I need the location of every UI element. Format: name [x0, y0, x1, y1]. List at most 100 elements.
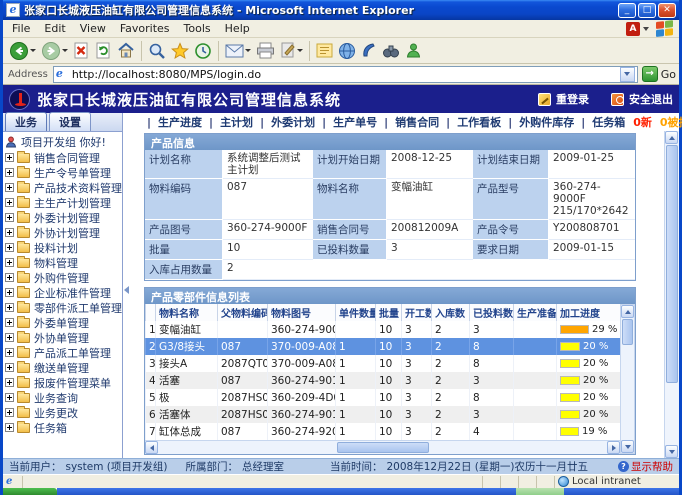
- taskbar-item[interactable]: [516, 488, 564, 495]
- col-header[interactable]: 物料图号: [268, 304, 336, 321]
- col-header[interactable]: 单件数量: [336, 304, 376, 321]
- parts-table-row[interactable]: 3 接头A 2087QT002 370-009-A0850 1 10 3: [146, 355, 621, 372]
- tree-user-item[interactable]: 项目开发组 你好!: [5, 134, 122, 150]
- tree-item[interactable]: 产品技术资料管理: [5, 180, 122, 195]
- maximize-button[interactable]: □: [638, 3, 656, 18]
- parts-table-row[interactable]: 6 活塞体 2087HS002 360-274-9011W 1 10 3: [146, 406, 621, 423]
- col-header[interactable]: 开工数: [402, 304, 432, 321]
- expand-plus-icon[interactable]: [5, 168, 14, 177]
- start-button[interactable]: [3, 488, 57, 495]
- expand-plus-icon[interactable]: [5, 243, 14, 252]
- top-nav-item[interactable]: 工作看板: [439, 114, 501, 130]
- collapse-arrow-icon[interactable]: [124, 286, 129, 294]
- tree-item[interactable]: 外委单管理: [5, 315, 122, 330]
- home-button[interactable]: [115, 40, 137, 62]
- minimize-button[interactable]: _: [618, 3, 636, 18]
- expand-plus-icon[interactable]: [5, 423, 14, 432]
- top-nav-item[interactable]: 生产进度: [140, 114, 202, 130]
- vscroll-thumb[interactable]: [622, 319, 633, 345]
- scroll-down-button[interactable]: [665, 445, 678, 458]
- expand-plus-icon[interactable]: [5, 303, 14, 312]
- top-nav-item[interactable]: 生产单号: [315, 114, 377, 130]
- address-dropdown-button[interactable]: [620, 67, 635, 82]
- expand-plus-icon[interactable]: [5, 228, 14, 237]
- search-button[interactable]: [146, 40, 168, 62]
- tree-item[interactable]: 主生产计划管理: [5, 195, 122, 210]
- expand-plus-icon[interactable]: [5, 348, 14, 357]
- top-nav-item[interactable]: 外委计划: [253, 114, 315, 130]
- media-button[interactable]: [359, 40, 379, 62]
- menu-item[interactable]: View: [73, 21, 113, 36]
- forward-button[interactable]: [39, 40, 70, 62]
- discuss-globe-button[interactable]: [336, 40, 358, 62]
- col-header[interactable]: 生产准备: [514, 304, 557, 321]
- top-nav-item[interactable]: 主计划: [202, 114, 253, 130]
- expand-plus-icon[interactable]: [5, 213, 14, 222]
- col-header[interactable]: 物料名称: [156, 304, 218, 321]
- top-nav-item[interactable]: 任务箱: [574, 114, 625, 130]
- tree-item[interactable]: 投料计划: [5, 240, 122, 255]
- back-button[interactable]: [7, 40, 38, 62]
- expand-plus-icon[interactable]: [5, 273, 14, 282]
- show-help-link[interactable]: ? 显示帮助: [618, 459, 673, 474]
- tree-item[interactable]: 外购件管理: [5, 270, 122, 285]
- expand-plus-icon[interactable]: [5, 153, 14, 162]
- tree-item[interactable]: 业务更改: [5, 405, 122, 420]
- go-button[interactable]: → Go: [642, 66, 676, 82]
- expand-plus-icon[interactable]: [5, 198, 14, 207]
- print-button[interactable]: [254, 40, 277, 62]
- sidebar-splitter[interactable]: [123, 113, 130, 458]
- col-header[interactable]: 父物料编码: [218, 304, 268, 321]
- tree-item[interactable]: 缴送单管理: [5, 360, 122, 375]
- refresh-button[interactable]: [93, 40, 114, 62]
- chevron-down-icon[interactable]: [643, 27, 649, 31]
- scroll-up-button[interactable]: [665, 131, 678, 144]
- col-header[interactable]: [146, 304, 156, 321]
- col-header[interactable]: 已投料数: [470, 304, 514, 321]
- scroll-down-button[interactable]: [621, 440, 634, 453]
- expand-plus-icon[interactable]: [5, 333, 14, 342]
- main-vscrollbar[interactable]: [664, 131, 679, 458]
- col-header[interactable]: 入库数: [432, 304, 470, 321]
- discuss-note-button[interactable]: [314, 40, 335, 62]
- tree-item[interactable]: 物料管理: [5, 255, 122, 270]
- messenger-button[interactable]: [403, 40, 424, 62]
- safe-exit-button[interactable]: 安全退出: [611, 91, 673, 107]
- address-input[interactable]: [72, 68, 620, 81]
- stop-button[interactable]: [71, 40, 92, 62]
- parts-table-row[interactable]: 1 变幅油缸 360-274-9000F 10 3 2: [146, 321, 621, 338]
- menu-item[interactable]: Favorites: [113, 21, 177, 36]
- parts-vscrollbar[interactable]: [620, 304, 635, 454]
- hscroll-thumb[interactable]: [337, 442, 429, 453]
- parts-table-row[interactable]: 7 缸体总成 087 360-274-9200F 1 10 3: [146, 423, 621, 440]
- badge-rejected[interactable]: 0被拒绝: [660, 114, 682, 130]
- main-vscroll-thumb[interactable]: [666, 145, 678, 383]
- scroll-left-button[interactable]: [145, 441, 158, 454]
- tree-item[interactable]: 外协单管理: [5, 330, 122, 345]
- research-button[interactable]: [380, 40, 402, 62]
- expand-plus-icon[interactable]: [5, 363, 14, 372]
- tree-item[interactable]: 报废件管理菜单: [5, 375, 122, 390]
- tree-item[interactable]: 企业标准件管理: [5, 285, 122, 300]
- col-header[interactable]: 批量: [376, 304, 402, 321]
- tab-business[interactable]: 业务: [5, 112, 47, 131]
- tree-item[interactable]: 外委计划管理: [5, 210, 122, 225]
- expand-plus-icon[interactable]: [5, 378, 14, 387]
- close-button[interactable]: ✕: [658, 3, 676, 18]
- parts-hscrollbar[interactable]: [145, 440, 620, 454]
- tree-item[interactable]: 外协计划管理: [5, 225, 122, 240]
- top-nav-item[interactable]: 外购件库存: [501, 114, 574, 130]
- acrobat-icon[interactable]: A: [626, 22, 640, 36]
- tab-settings[interactable]: 设置: [49, 112, 91, 131]
- tree-item[interactable]: 产品派工单管理: [5, 345, 122, 360]
- tree-item[interactable]: 零部件派工单管理: [5, 300, 122, 315]
- expand-plus-icon[interactable]: [5, 258, 14, 267]
- parts-table-row[interactable]: 2 G3/8接头 087 370-009-A0840 1 10 3: [146, 338, 621, 355]
- menu-item[interactable]: Edit: [37, 21, 72, 36]
- tree-item[interactable]: 业务查询: [5, 390, 122, 405]
- parts-table-row[interactable]: 5 极 2087HS002 360-209-4D010 1 10 3: [146, 389, 621, 406]
- favorites-button[interactable]: [169, 40, 191, 62]
- tree-item[interactable]: 生产令号单管理: [5, 165, 122, 180]
- badge-new[interactable]: 0新: [633, 114, 652, 130]
- expand-plus-icon[interactable]: [5, 318, 14, 327]
